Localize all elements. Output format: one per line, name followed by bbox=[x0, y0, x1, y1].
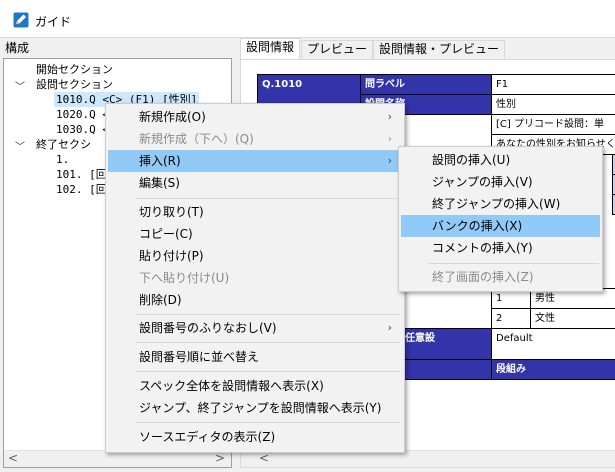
menu-item-label: 編集(S) bbox=[139, 176, 180, 190]
menu-separator bbox=[136, 198, 400, 199]
window-title: ガイド bbox=[35, 15, 72, 29]
choice-number: 2 bbox=[491, 308, 531, 329]
menu-item-label: 終了ジャンプの挿入(W) bbox=[432, 197, 561, 211]
menu-item-sort-by-number[interactable]: 設問番号順に並べ替え bbox=[108, 346, 402, 368]
menu-item-label: 削除(D) bbox=[139, 293, 182, 307]
choice-label: 文性 bbox=[530, 308, 615, 329]
submenu-arrow-icon: › bbox=[387, 110, 392, 123]
menu-item-label: コピー(C) bbox=[139, 227, 193, 241]
tree-item-end-101[interactable]: 101. [回 bbox=[56, 167, 107, 182]
tree-item-question-section[interactable]: 設問セクション bbox=[36, 77, 113, 92]
menu-item-label: コメントの挿入(Y) bbox=[432, 241, 533, 255]
tree-item-label: 終了セクシ bbox=[36, 138, 91, 151]
tree-item-label: 101. [回 bbox=[56, 168, 107, 181]
title-bar: ガイド bbox=[0, 0, 615, 38]
submenu-item-insert-jump[interactable]: ジャンプの挿入(V) bbox=[401, 171, 600, 193]
collapse-chevron-icon[interactable]: ﹀ bbox=[14, 78, 26, 93]
insert-submenu: 設問の挿入(U) ジャンプの挿入(V) 終了ジャンプの挿入(W) バンクの挿入(… bbox=[398, 146, 603, 292]
label-value: F1 bbox=[491, 74, 615, 95]
tree-item-label: 設問セクション bbox=[36, 78, 113, 91]
structure-panel-header: 構成 bbox=[5, 41, 30, 55]
app-pencil-icon bbox=[13, 12, 29, 28]
scroll-right-icon[interactable]: > bbox=[215, 451, 225, 465]
scroll-left-icon[interactable]: < bbox=[8, 451, 18, 465]
menu-separator bbox=[136, 371, 400, 372]
menu-item-insert[interactable]: 挿入(R) › bbox=[108, 150, 402, 172]
submenu-item-insert-question[interactable]: 設問の挿入(U) bbox=[401, 149, 600, 171]
tree-item-start-section[interactable]: 開始セクション bbox=[36, 62, 113, 77]
tab-preview[interactable]: プレビュー bbox=[301, 40, 374, 59]
menu-item-label: スペック全体を設問情報へ表示(X) bbox=[139, 379, 324, 393]
type-value: [C] プリコード設問：単 bbox=[491, 114, 615, 135]
scroll-left-icon[interactable]: < bbox=[259, 451, 269, 465]
submenu-item-insert-comment[interactable]: コメントの挿入(Y) bbox=[401, 237, 600, 259]
menu-item-new-below[interactable]: 新規作成（下へ）(Q) › bbox=[108, 128, 402, 150]
tree-item-label: 1. bbox=[56, 153, 70, 166]
tree-item-end-102[interactable]: 102. [回 bbox=[56, 182, 107, 197]
submenu-arrow-icon: › bbox=[387, 154, 392, 167]
menu-item-source-editor[interactable]: ソースエディタの表示(Z) bbox=[108, 426, 402, 448]
menu-item-label: ソースエディタの表示(Z) bbox=[139, 430, 276, 444]
menu-item-show-jumps[interactable]: ジャンプ、終了ジャンプを設問情報へ表示(Y) bbox=[108, 397, 402, 419]
tree-item-q1020[interactable]: 1020.Q < bbox=[56, 107, 109, 122]
menu-item-delete[interactable]: 削除(D) bbox=[108, 289, 402, 311]
menu-item-label: 切り取り(T) bbox=[139, 205, 204, 219]
menu-item-label: 終了画面の挿入(Z) bbox=[432, 270, 534, 284]
menu-item-label: 新規作成(O) bbox=[139, 110, 206, 124]
menu-item-paste-below[interactable]: 下へ貼り付け(U) bbox=[108, 267, 402, 289]
menu-separator bbox=[136, 314, 400, 315]
menu-item-label: 設問の挿入(U) bbox=[432, 153, 511, 167]
menu-item-label: 新規作成（下へ）(Q) bbox=[139, 132, 254, 146]
tree-item-label: 1030.Q < bbox=[56, 123, 109, 136]
menu-item-label: 下へ貼り付け(U) bbox=[139, 271, 230, 285]
submenu-item-insert-end-jump[interactable]: 終了ジャンプの挿入(W) bbox=[401, 193, 600, 215]
menu-item-new[interactable]: 新規作成(O) › bbox=[108, 106, 402, 128]
tree-item-end-1[interactable]: 1. bbox=[56, 152, 69, 167]
submenu-item-insert-end-screen[interactable]: 終了画面の挿入(Z) bbox=[401, 266, 600, 288]
tree-item-q1030[interactable]: 1030.Q < bbox=[56, 122, 109, 137]
menu-item-label: ジャンプ、終了ジャンプを設問情報へ表示(Y) bbox=[139, 401, 382, 415]
context-menu: 新規作成(O) › 新規作成（下へ）(Q) › 挿入(R) › 編集(S) 切り取り(… bbox=[105, 103, 405, 453]
menu-item-edit[interactable]: 編集(S) bbox=[108, 172, 402, 194]
tab-question-info[interactable]: 設問情報 bbox=[240, 38, 301, 60]
menu-item-label: 挿入(R) bbox=[139, 154, 181, 168]
menu-item-label: 貼り付け(P) bbox=[139, 249, 204, 263]
menu-item-cut[interactable]: 切り取り(T) bbox=[108, 201, 402, 223]
submenu-arrow-icon: › bbox=[387, 132, 392, 145]
tree-item-label: 102. [回 bbox=[56, 183, 107, 196]
menu-item-paste[interactable]: 貼り付け(P) bbox=[108, 245, 402, 267]
layout-header: 段組み bbox=[491, 359, 615, 380]
tree-item-end-section[interactable]: 終了セクシ bbox=[36, 137, 91, 152]
menu-item-label: 設問番号順に並べ替え bbox=[139, 350, 260, 364]
menu-item-copy[interactable]: コピー(C) bbox=[108, 223, 402, 245]
label-header: 問ラベル bbox=[360, 74, 492, 95]
guide-window: ガイド 構成 開始セクション ﹀ 設問セクション 1010.Q <C> (F1)… bbox=[0, 0, 615, 472]
menu-item-label: ジャンプの挿入(V) bbox=[432, 175, 533, 189]
menu-item-renumber[interactable]: 設問番号のふりなおし(V) › bbox=[108, 317, 402, 339]
menu-item-label: 設問番号のふりなおし(V) bbox=[139, 321, 277, 335]
tab-question-info-preview[interactable]: 設問情報・プレビュー bbox=[373, 40, 506, 59]
menu-separator bbox=[429, 263, 599, 264]
tree-item-label: 開始セクション bbox=[36, 63, 113, 76]
submenu-item-insert-bank[interactable]: バンクの挿入(X) bbox=[401, 215, 600, 237]
menu-separator bbox=[136, 422, 400, 423]
menu-item-show-full-spec[interactable]: スペック全体を設問情報へ表示(X) bbox=[108, 375, 402, 397]
tree-item-label: 1020.Q < bbox=[56, 108, 109, 121]
collapse-chevron-icon[interactable]: ﹀ bbox=[14, 138, 26, 153]
menu-separator bbox=[136, 342, 400, 343]
submenu-arrow-icon: › bbox=[387, 321, 392, 334]
title-value: 性別 bbox=[491, 94, 615, 115]
menu-item-label: バンクの挿入(X) bbox=[432, 219, 523, 233]
required-setting-value: Default bbox=[491, 328, 615, 360]
